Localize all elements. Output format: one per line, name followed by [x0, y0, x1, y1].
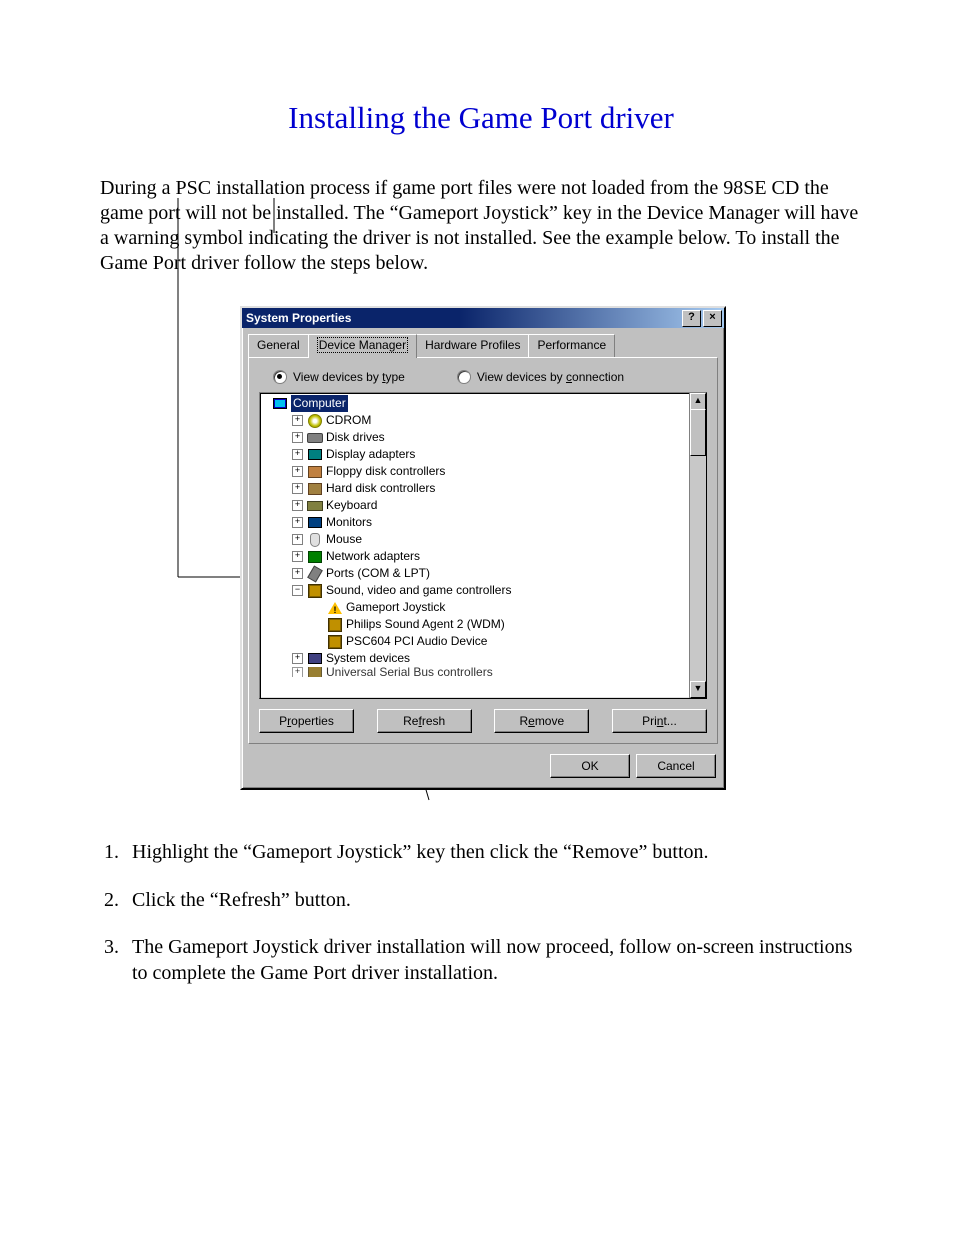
- close-button[interactable]: ×: [703, 310, 722, 327]
- scroll-up-icon[interactable]: ▲: [690, 393, 706, 410]
- document-page: Installing the Game Port driver During a…: [0, 0, 954, 1068]
- tree-item-system-devices[interactable]: + System devices: [262, 650, 704, 667]
- dialog-titlebar: System Properties ? ×: [242, 308, 724, 328]
- tree-item-floppy[interactable]: + Floppy disk controllers: [262, 463, 704, 480]
- tree-item-usb-cut[interactable]: + Universal Serial Bus controllers: [262, 667, 704, 677]
- sound-icon: [307, 583, 323, 599]
- tree-root-computer[interactable]: Computer: [262, 395, 704, 412]
- tree-item-network[interactable]: + Network adapters: [262, 548, 704, 565]
- tree-item-psc604[interactable]: PSC604 PCI Audio Device: [262, 633, 704, 650]
- sound-icon: [327, 617, 343, 633]
- floppy-icon: [307, 464, 323, 480]
- tree-item-philips-wdm[interactable]: Philips Sound Agent 2 (WDM): [262, 616, 704, 633]
- tree-item-disk-drives[interactable]: + Disk drives: [262, 429, 704, 446]
- keyboard-icon: [307, 498, 323, 514]
- radio-dot-icon: [273, 370, 287, 384]
- disk-icon: [307, 430, 323, 446]
- tree-item-hard-disk[interactable]: + Hard disk controllers: [262, 480, 704, 497]
- expand-icon[interactable]: +: [292, 653, 303, 664]
- tab-device-manager[interactable]: Device Manager: [308, 334, 417, 358]
- scroll-thumb[interactable]: [690, 409, 706, 456]
- tab-performance[interactable]: Performance: [528, 334, 615, 357]
- tree-scrollbar[interactable]: ▲ ▼: [689, 393, 706, 698]
- expand-icon[interactable]: +: [292, 667, 303, 677]
- tree-item-display-adapters[interactable]: + Display adapters: [262, 446, 704, 463]
- ok-button[interactable]: OK: [550, 754, 630, 778]
- mouse-icon: [307, 532, 323, 548]
- sound-icon: [327, 634, 343, 650]
- network-icon: [307, 549, 323, 565]
- usb-icon: [307, 667, 323, 677]
- device-tree[interactable]: Computer + CDROM + Disk drives: [259, 392, 707, 699]
- tree-item-sound-group[interactable]: − Sound, video and game controllers: [262, 582, 704, 599]
- expand-icon[interactable]: +: [292, 500, 303, 511]
- cancel-button[interactable]: Cancel: [636, 754, 716, 778]
- page-title: Installing the Game Port driver: [100, 100, 862, 136]
- expand-icon[interactable]: +: [292, 415, 303, 426]
- expand-icon[interactable]: +: [292, 551, 303, 562]
- warning-icon: [327, 600, 343, 616]
- refresh-button[interactable]: RefreshRefresh: [377, 709, 472, 733]
- radio-view-by-connection[interactable]: View devices by connection View devices …: [457, 370, 624, 384]
- cdrom-icon: [307, 413, 323, 429]
- tree-item-keyboard[interactable]: + Keyboard: [262, 497, 704, 514]
- ports-icon: [307, 566, 323, 582]
- system-icon: [307, 651, 323, 667]
- tab-strip: General Device Manager Hardware Profiles…: [248, 334, 718, 357]
- tree-item-monitors[interactable]: + Monitors: [262, 514, 704, 531]
- help-button[interactable]: ?: [682, 310, 701, 327]
- expand-icon[interactable]: +: [292, 449, 303, 460]
- radio-dot-icon: [457, 370, 471, 384]
- expand-icon[interactable]: +: [292, 534, 303, 545]
- steps-list: Highlight the “Gameport Joystick” key th…: [100, 840, 862, 986]
- hard-disk-icon: [307, 481, 323, 497]
- device-manager-page: View devices by type View devices by typ…: [248, 357, 718, 744]
- intro-paragraph: During a PSC installation process if gam…: [100, 176, 862, 276]
- expand-icon[interactable]: +: [292, 568, 303, 579]
- tree-item-mouse[interactable]: + Mouse: [262, 531, 704, 548]
- expand-icon[interactable]: +: [292, 432, 303, 443]
- step-item: Highlight the “Gameport Joystick” key th…: [124, 840, 862, 866]
- dialog-title: System Properties: [246, 311, 680, 325]
- tab-hardware-profiles[interactable]: Hardware Profiles: [416, 334, 529, 357]
- tab-general[interactable]: General: [248, 334, 309, 357]
- expand-icon[interactable]: +: [292, 483, 303, 494]
- tree-item-cdrom[interactable]: + CDROM: [262, 412, 704, 429]
- remove-button[interactable]: RemoveRemove: [494, 709, 589, 733]
- computer-icon: [272, 396, 288, 412]
- properties-button[interactable]: PropertiesProperties: [259, 709, 354, 733]
- system-properties-dialog: System Properties ? × General Device Man…: [240, 306, 726, 790]
- display-icon: [307, 447, 323, 463]
- print-button[interactable]: Print...Print...: [612, 709, 707, 733]
- expand-icon[interactable]: +: [292, 517, 303, 528]
- tree-item-gameport-joystick[interactable]: Gameport Joystick: [262, 599, 704, 616]
- tree-item-ports[interactable]: + Ports (COM & LPT): [262, 565, 704, 582]
- step-item: The Gameport Joystick driver installatio…: [124, 935, 862, 986]
- expand-icon[interactable]: +: [292, 466, 303, 477]
- monitor-icon: [307, 515, 323, 531]
- collapse-icon[interactable]: −: [292, 585, 303, 596]
- scroll-down-icon[interactable]: ▼: [690, 681, 706, 698]
- radio-view-by-type[interactable]: View devices by type View devices by typ…: [273, 370, 405, 384]
- step-item: Click the “Refresh” button.: [124, 888, 862, 914]
